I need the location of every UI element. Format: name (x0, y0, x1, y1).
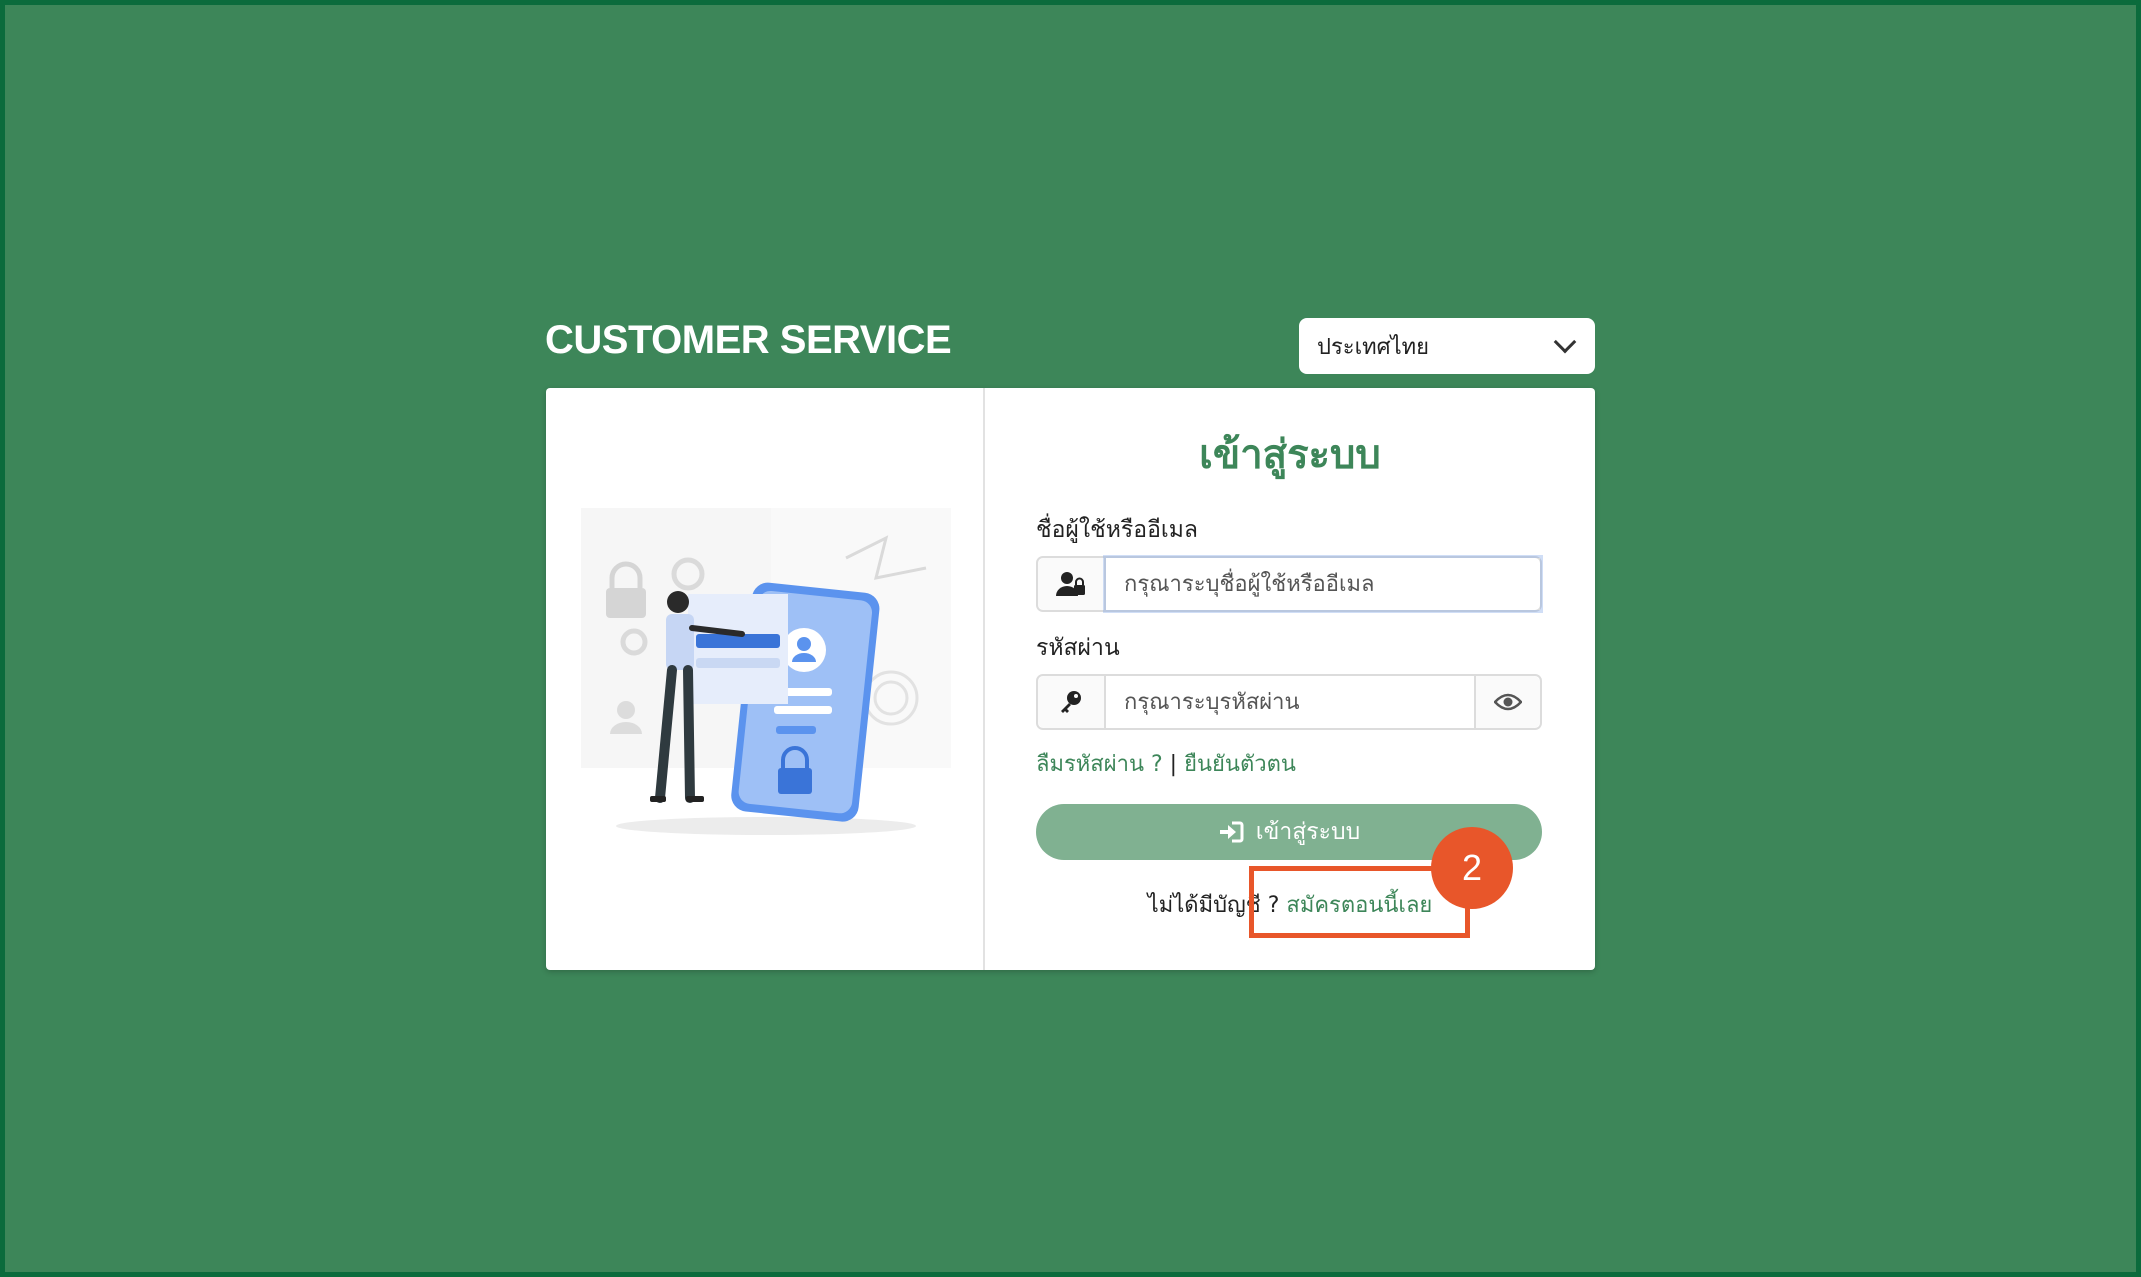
username-input[interactable] (1106, 558, 1540, 610)
account-help-links: ลืมรหัสผ่าน ? | ยืนยันตัวตน (1036, 746, 1296, 781)
link-separator: | (1162, 752, 1185, 777)
annotation-step-badge: 2 (1431, 827, 1513, 909)
key-icon (1038, 676, 1106, 728)
brand-title: CUSTOMER SERVICE (545, 318, 952, 362)
verify-identity-link[interactable]: ยืนยันตัวตน (1184, 752, 1296, 777)
username-group (1036, 556, 1542, 612)
eye-icon[interactable] (1474, 676, 1540, 728)
password-label: รหัสผ่าน (1036, 635, 1120, 661)
login-title: เข้าสู่ระบบ (1199, 432, 1381, 478)
sign-in-icon (1219, 821, 1244, 843)
language-selected-value: ประเทศไทย (1317, 334, 1430, 360)
chevron-down-icon (1553, 330, 1577, 354)
login-illustration (581, 508, 951, 835)
password-input[interactable] (1106, 676, 1474, 728)
login-button-label: เข้าสู่ระบบ (1255, 819, 1361, 845)
illustration-pane (546, 388, 985, 970)
user-lock-icon (1038, 558, 1106, 610)
forgot-password-link[interactable]: ลืมรหัสผ่าน ? (1036, 752, 1163, 777)
language-select[interactable]: ประเทศไทย (1299, 318, 1595, 374)
password-group (1036, 674, 1542, 730)
username-label: ชื่อผู้ใช้หรืออีเมล (1036, 517, 1198, 543)
